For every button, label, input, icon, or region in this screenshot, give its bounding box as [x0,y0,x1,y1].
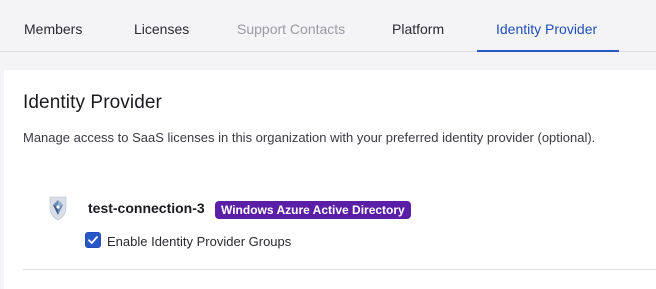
tab-identity-provider[interactable]: Identity Provider [496,0,597,52]
section-description: Manage access to SaaS licenses in this o… [23,130,596,145]
active-tab-indicator [477,50,619,52]
enable-groups-label[interactable]: Enable Identity Provider Groups [107,234,291,249]
tab-members[interactable]: Members [24,0,82,52]
tab-licenses[interactable]: Licenses [134,0,189,52]
divider [23,269,656,270]
provider-badge: Windows Azure Active Directory [215,201,411,219]
tab-support-contacts: Support Contacts [237,21,346,37]
enable-groups-checkbox[interactable] [85,232,101,248]
tab-platform[interactable]: Platform [392,0,444,52]
checkmark-icon [88,236,98,244]
section-title: Identity Provider [23,92,162,113]
connection-name: test-connection-3 [88,200,205,216]
azure-ad-icon [46,194,70,222]
tab-bar: Members Licenses Support Contacts Platfo… [0,0,656,52]
identity-provider-card: Identity Provider Manage access to SaaS … [4,70,656,289]
